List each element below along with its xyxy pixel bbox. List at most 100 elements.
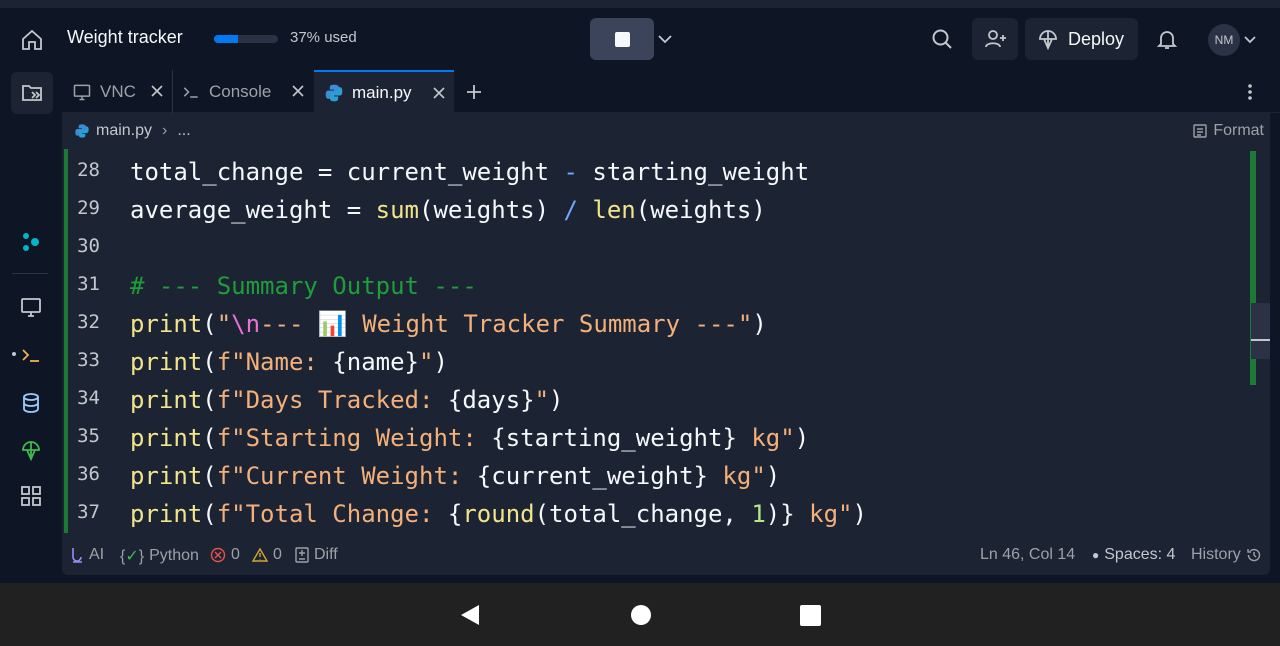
tab-console[interactable]: Console bbox=[173, 70, 313, 113]
errors-count: 0 bbox=[231, 546, 240, 563]
breadcrumb: main.py › ... bbox=[74, 122, 191, 140]
stop-button[interactable] bbox=[590, 18, 654, 60]
status-bar: AI {✓} Python 0 0 Diff Ln 46, Col 14 ● S… bbox=[62, 537, 1270, 573]
code-text: print("\n--- 📊 Weight Tracker Summary --… bbox=[130, 310, 767, 338]
cursor-position[interactable]: Ln 46, Col 14 bbox=[980, 546, 1075, 564]
code-comment: # --- Summary Output --- bbox=[130, 272, 477, 300]
bell-icon[interactable] bbox=[1155, 27, 1179, 51]
top-edge bbox=[0, 0, 1280, 8]
code-text: print(f"Total Change: {round(total_chang… bbox=[130, 500, 867, 528]
code-line: 30 bbox=[62, 229, 149, 267]
ai-label: AI bbox=[89, 546, 105, 563]
sidebar-item-files[interactable] bbox=[11, 72, 53, 114]
chevron-down-icon[interactable] bbox=[656, 30, 674, 48]
code-line: 35 print(f"Starting Weight: {starting_we… bbox=[62, 419, 809, 457]
sidebar-item-console[interactable] bbox=[18, 342, 44, 368]
line-number: 35 bbox=[77, 425, 100, 447]
code-text: print(f"Days Tracked: {days}") bbox=[130, 386, 564, 414]
code-line: 33 print(f"Name: {name}") bbox=[62, 343, 448, 381]
tab-label: Console bbox=[209, 81, 272, 101]
code-text: print(f"Current Weight: {current_weight}… bbox=[130, 462, 781, 490]
code-text: average_weight = sum(weights) / len(weig… bbox=[130, 196, 766, 224]
python-icon bbox=[74, 123, 90, 139]
line-number: 33 bbox=[77, 349, 100, 371]
invite-button[interactable] bbox=[972, 18, 1018, 60]
all-tools-icon[interactable] bbox=[18, 483, 44, 509]
indentation-button[interactable]: ● Spaces: 4 bbox=[1092, 546, 1175, 564]
monitor-icon bbox=[72, 82, 92, 102]
line-number: 31 bbox=[77, 273, 100, 295]
close-icon[interactable] bbox=[432, 86, 446, 100]
code-line: 34 print(f"Days Tracked: {days}") bbox=[62, 381, 563, 419]
spaces-label: Spaces: 4 bbox=[1104, 546, 1176, 563]
avatar[interactable]: NM bbox=[1208, 24, 1240, 56]
header-bar: Weight tracker 37% used Deploy NM bbox=[0, 8, 1280, 70]
code-text: print(f"Starting Weight: {starting_weigh… bbox=[130, 424, 810, 452]
ai-icon bbox=[70, 547, 84, 563]
back-icon[interactable] bbox=[459, 603, 481, 627]
home-icon[interactable] bbox=[20, 28, 44, 52]
code-line: 29 average_weight = sum(weights) / len(w… bbox=[62, 191, 766, 229]
warning-icon bbox=[252, 547, 268, 563]
history-button[interactable]: History bbox=[1191, 546, 1262, 564]
format-button[interactable]: Format bbox=[1193, 122, 1264, 140]
error-icon bbox=[210, 547, 226, 563]
code-line: 28 total_change = current_weight - start… bbox=[62, 153, 809, 191]
errors-indicator[interactable]: 0 bbox=[210, 546, 240, 564]
warnings-indicator[interactable]: 0 bbox=[252, 546, 282, 564]
line-number: 30 bbox=[77, 235, 100, 257]
warnings-count: 0 bbox=[273, 546, 282, 563]
code-text: total_change = current_weight - starting… bbox=[130, 158, 810, 186]
deploy-label: Deploy bbox=[1068, 29, 1125, 49]
code-text: print(f"Name: {name}") bbox=[130, 348, 448, 376]
usage-label: 37% used bbox=[290, 29, 357, 46]
line-number: 32 bbox=[77, 311, 100, 333]
replit-agent-icon[interactable] bbox=[18, 229, 44, 255]
project-title[interactable]: Weight tracker bbox=[67, 27, 183, 48]
close-icon[interactable] bbox=[150, 84, 164, 98]
tab-main-py[interactable]: main.py bbox=[314, 70, 454, 113]
database-icon[interactable] bbox=[18, 390, 44, 416]
more-vertical-icon[interactable] bbox=[1240, 82, 1260, 102]
line-number: 34 bbox=[77, 387, 100, 409]
deploy-icon[interactable] bbox=[18, 437, 44, 463]
home-nav-icon[interactable] bbox=[631, 605, 651, 625]
code-area[interactable]: 28 total_change = current_weight - start… bbox=[62, 149, 1270, 533]
history-label: History bbox=[1191, 546, 1241, 563]
usage-fill bbox=[214, 35, 238, 43]
plus-icon[interactable] bbox=[464, 82, 484, 102]
tab-label: VNC bbox=[100, 81, 136, 101]
history-icon bbox=[1246, 547, 1262, 563]
ai-button[interactable]: AI bbox=[70, 546, 104, 564]
tab-bar: VNC Console main.py bbox=[62, 70, 1280, 113]
chevron-down-icon[interactable] bbox=[1243, 32, 1257, 46]
deploy-icon bbox=[1036, 27, 1060, 51]
terminal-icon bbox=[181, 82, 201, 102]
line-number: 37 bbox=[77, 501, 100, 523]
line-number: 28 bbox=[77, 159, 100, 181]
active-dot bbox=[12, 352, 16, 356]
language-button[interactable]: {✓} Python bbox=[120, 546, 199, 566]
sidebar-item-vnc[interactable] bbox=[18, 294, 44, 320]
sidebar-divider bbox=[12, 273, 48, 274]
tab-vnc[interactable]: VNC bbox=[62, 70, 172, 113]
line-number: 36 bbox=[77, 463, 100, 485]
language-icon: {✓} bbox=[120, 548, 145, 565]
dot-icon: ● bbox=[1092, 548, 1100, 562]
diff-button[interactable]: Diff bbox=[295, 546, 338, 564]
deploy-button[interactable]: Deploy bbox=[1025, 18, 1138, 60]
cursor-position-label: Ln 46, Col 14 bbox=[980, 546, 1076, 563]
recents-icon[interactable] bbox=[800, 605, 821, 626]
close-icon[interactable] bbox=[291, 84, 305, 98]
breadcrumb-file[interactable]: main.py bbox=[96, 122, 152, 140]
cursor-marker bbox=[1251, 339, 1270, 341]
scrollbar-thumb[interactable] bbox=[1251, 303, 1270, 359]
line-number: 29 bbox=[77, 197, 100, 219]
android-nav-bar bbox=[0, 583, 1280, 646]
code-editor: main.py › ... Format 28 total_change = c… bbox=[62, 113, 1270, 575]
breadcrumb-rest[interactable]: ... bbox=[177, 122, 190, 140]
search-icon[interactable] bbox=[930, 27, 954, 51]
diff-icon bbox=[295, 547, 309, 563]
tab-label: main.py bbox=[352, 82, 412, 102]
stop-icon bbox=[615, 32, 630, 47]
